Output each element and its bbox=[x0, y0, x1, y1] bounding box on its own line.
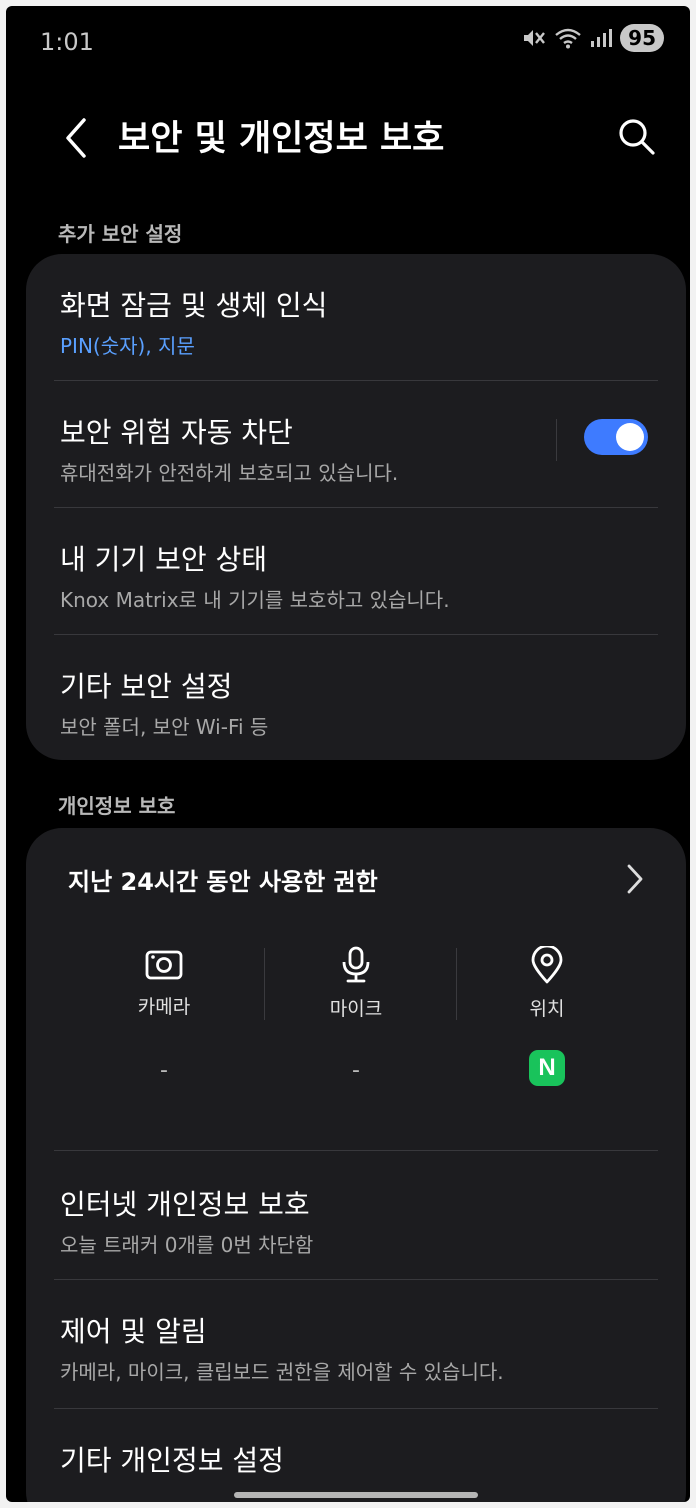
item-title: 기타 보안 설정 bbox=[60, 670, 233, 703]
status-icons: 95 bbox=[522, 24, 664, 52]
item-subtitle: PIN(숫자), 지문 bbox=[60, 334, 195, 358]
auto-blocker-item[interactable]: 보안 위험 자동 차단 휴대전화가 안전하게 보호되고 있습니다. bbox=[26, 381, 686, 507]
item-subtitle: Knox Matrix로 내 기기를 보호하고 있습니다. bbox=[60, 588, 450, 612]
wifi-icon bbox=[555, 28, 581, 49]
privacy-card: 지난 24시간 동안 사용한 권한 카메라 마이크 위치 - - N 인터넷 개… bbox=[26, 828, 686, 1502]
permissions-title: 지난 24시간 동안 사용한 권한 bbox=[68, 868, 378, 896]
item-subtitle: 오늘 트래커 0개를 0번 차단함 bbox=[60, 1233, 314, 1257]
item-title: 보안 위험 자동 차단 bbox=[60, 416, 293, 449]
permission-label: 카메라 bbox=[137, 996, 191, 1018]
page-title: 보안 및 개인정보 보호 bbox=[118, 119, 445, 159]
item-title: 화면 잠금 및 생체 인식 bbox=[60, 289, 328, 322]
security-card: 화면 잠금 및 생체 인식 PIN(숫자), 지문 보안 위험 자동 차단 휴대… bbox=[26, 254, 686, 760]
camera-usage: - bbox=[160, 1058, 168, 1083]
permission-microphone[interactable]: 마이크 bbox=[266, 946, 446, 1021]
item-title: 인터넷 개인정보 보호 bbox=[60, 1188, 310, 1221]
chevron-right-icon[interactable] bbox=[624, 862, 646, 896]
toggle-knob bbox=[616, 423, 644, 451]
battery-level: 95 bbox=[620, 24, 664, 52]
section-header-security: 추가 보안 설정 bbox=[58, 222, 183, 246]
back-arrow-icon[interactable] bbox=[58, 114, 94, 162]
location-pin-icon bbox=[531, 946, 563, 984]
signal-icon bbox=[591, 29, 613, 47]
permissions-used-panel[interactable]: 지난 24시간 동안 사용한 권한 카메라 마이크 위치 - - N bbox=[26, 828, 686, 1150]
item-subtitle: 휴대전화가 안전하게 보호되고 있습니다. bbox=[60, 461, 399, 485]
permission-label: 마이크 bbox=[329, 998, 383, 1020]
toggle-separator bbox=[556, 419, 557, 461]
permission-camera[interactable]: 카메라 bbox=[74, 946, 254, 1019]
internet-privacy-item[interactable]: 인터넷 개인정보 보호 오늘 트래커 0개를 0번 차단함 bbox=[26, 1151, 686, 1279]
item-title: 기타 개인정보 설정 bbox=[60, 1444, 284, 1477]
microphone-icon bbox=[342, 946, 370, 983]
item-title: 내 기기 보안 상태 bbox=[60, 543, 268, 576]
permission-location[interactable]: 위치 bbox=[457, 946, 637, 1021]
other-security-settings-item[interactable]: 기타 보안 설정 보안 폴더, 보안 Wi-Fi 등 bbox=[26, 635, 686, 760]
column-divider bbox=[264, 948, 265, 1020]
other-privacy-settings-item[interactable]: 기타 개인정보 설정 bbox=[26, 1409, 686, 1502]
naver-app-icon[interactable]: N bbox=[529, 1050, 565, 1086]
controls-alerts-item[interactable]: 제어 및 알림 카메라, 마이크, 클립보드 권한을 제어할 수 있습니다. bbox=[26, 1280, 686, 1408]
item-subtitle: 카메라, 마이크, 클립보드 권한을 제어할 수 있습니다. bbox=[60, 1360, 504, 1384]
screen: 1:01 95 보안 및 개인정보 보호 추가 보안 설정 화면 잠금 및 생체… bbox=[6, 6, 690, 1502]
section-header-privacy: 개인정보 보호 bbox=[58, 794, 176, 818]
auto-blocker-toggle[interactable] bbox=[584, 419, 648, 455]
mute-icon bbox=[524, 30, 546, 46]
item-subtitle: 보안 폴더, 보안 Wi-Fi 등 bbox=[60, 715, 269, 739]
microphone-usage: - bbox=[352, 1058, 360, 1083]
home-indicator[interactable] bbox=[234, 1492, 478, 1498]
permission-label: 위치 bbox=[529, 998, 565, 1020]
search-icon[interactable] bbox=[616, 116, 656, 156]
item-title: 제어 및 알림 bbox=[60, 1315, 207, 1348]
device-security-status-item[interactable]: 내 기기 보안 상태 Knox Matrix로 내 기기를 보호하고 있습니다. bbox=[26, 508, 686, 634]
camera-icon bbox=[145, 950, 183, 980]
status-time: 1:01 bbox=[40, 28, 94, 56]
screen-lock-biometrics-item[interactable]: 화면 잠금 및 생체 인식 PIN(숫자), 지문 bbox=[26, 254, 686, 380]
